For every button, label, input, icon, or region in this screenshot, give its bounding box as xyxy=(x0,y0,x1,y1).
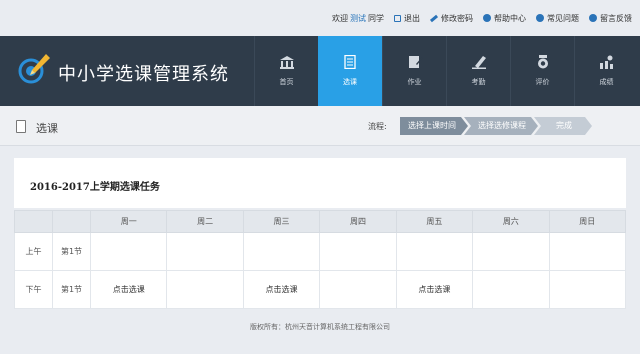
schedule-cell xyxy=(166,270,244,309)
pen-icon xyxy=(471,56,486,69)
header-thursday: 周四 xyxy=(319,210,397,233)
app-title: 中小学选课管理系统 xyxy=(58,64,229,85)
schedule-cell xyxy=(548,232,627,271)
schedule-cell xyxy=(89,232,168,271)
flow-steps: 选择上课时间 选择选修课程 完成 xyxy=(400,117,588,135)
select-course-link-friday[interactable]: 点击选课 xyxy=(395,270,474,309)
header-friday: 周五 xyxy=(395,210,474,233)
table-header-row: 周一 周二 周三 周四 周五 周六 周日 xyxy=(14,210,627,233)
home-icon xyxy=(279,56,294,69)
schedule-cell xyxy=(319,270,397,309)
page-title: 选课 xyxy=(36,122,58,135)
logout-link[interactable]: 退出 xyxy=(394,13,420,24)
header-blank xyxy=(14,210,53,233)
medal-icon xyxy=(537,55,548,69)
schedule-cell xyxy=(472,270,550,309)
header-saturday: 周六 xyxy=(472,210,550,233)
schedule-cell xyxy=(166,232,244,271)
slot-label: 第1节 xyxy=(52,270,91,309)
welcome-label: 欢迎 xyxy=(332,13,348,23)
question-icon xyxy=(536,14,544,22)
change-password-label: 修改密码 xyxy=(441,13,473,23)
faq-link[interactable]: 常见问题 xyxy=(536,13,579,24)
nav-grades[interactable]: 成绩 xyxy=(574,36,638,106)
schedule-cell xyxy=(472,232,550,271)
breadcrumb-bar: 选课 流程: 选择上课时间 选择选修课程 完成 xyxy=(0,106,640,146)
help-center-label: 帮助中心 xyxy=(494,13,526,23)
classmate-label: 同学 xyxy=(368,13,384,23)
nav-course-selection-label: 选课 xyxy=(343,78,357,86)
header-sunday: 周日 xyxy=(548,210,627,233)
pencil-icon xyxy=(429,14,439,22)
welcome-text: 欢迎 测试 同学 xyxy=(332,13,384,24)
logout-icon xyxy=(394,14,401,22)
step-complete[interactable]: 完成 xyxy=(534,117,592,135)
period-morning: 上午 xyxy=(14,232,53,271)
nav-attendance-label: 考勤 xyxy=(471,78,486,86)
period-afternoon: 下午 xyxy=(14,270,53,309)
header-wednesday: 周三 xyxy=(242,210,321,233)
step-select-course[interactable]: 选择选修课程 xyxy=(464,117,538,135)
chart-icon xyxy=(599,55,613,69)
nav-grades-label: 成绩 xyxy=(599,78,614,86)
edit-icon xyxy=(408,56,423,68)
header: 中小学选课管理系统 首页 选课 作业 考勤 评价 成绩 xyxy=(0,36,640,106)
page-icon xyxy=(16,120,26,133)
help-center-link[interactable]: 帮助中心 xyxy=(483,13,526,24)
change-password-link[interactable]: 修改密码 xyxy=(429,13,473,24)
schedule-cell xyxy=(395,232,474,271)
logo-icon xyxy=(18,54,50,84)
schedule-cell xyxy=(242,232,321,271)
feedback-link[interactable]: 留言反馈 xyxy=(589,13,632,24)
schedule-table: 周一 周二 周三 周四 周五 周六 周日 上午 第1节 下午 第1节 点击选课 … xyxy=(14,210,627,309)
select-course-link-monday[interactable]: 点击选课 xyxy=(89,270,168,309)
flow-label: 流程: xyxy=(368,122,387,131)
nav-homework-label: 作业 xyxy=(407,78,422,86)
logout-label: 退出 xyxy=(404,13,420,23)
schedule-cell xyxy=(548,270,627,309)
nav-attendance[interactable]: 考勤 xyxy=(446,36,510,106)
header-blank xyxy=(52,210,91,233)
document-icon xyxy=(344,55,356,69)
task-title: 2016-2017上学期选课任务 xyxy=(30,182,160,193)
nav-home[interactable]: 首页 xyxy=(254,36,318,106)
step-select-time[interactable]: 选择上课时间 xyxy=(400,117,468,135)
nav-evaluation[interactable]: 评价 xyxy=(510,36,574,106)
nav-course-selection[interactable]: 选课 xyxy=(318,36,382,106)
top-bar: 欢迎 测试 同学 退出 修改密码 帮助中心 常见问题 留言反馈 xyxy=(0,0,640,36)
feedback-label: 留言反馈 xyxy=(600,13,632,23)
nav-home-label: 首页 xyxy=(279,78,294,86)
username[interactable]: 测试 xyxy=(350,13,366,24)
task-card: 2016-2017上学期选课任务 xyxy=(14,158,626,208)
table-row: 下午 第1节 点击选课 点击选课 点击选课 xyxy=(14,270,627,309)
slot-label: 第1节 xyxy=(52,232,91,271)
header-monday: 周一 xyxy=(89,210,168,233)
nav-homework[interactable]: 作业 xyxy=(382,36,446,106)
nav-evaluation-label: 评价 xyxy=(535,78,550,86)
footer-copyright: 版权所有：杭州天音计算机系统工程有限公司 xyxy=(250,323,390,331)
main-nav: 首页 选课 作业 考勤 评价 成绩 xyxy=(254,36,638,106)
select-course-link-wednesday[interactable]: 点击选课 xyxy=(242,270,321,309)
schedule-cell xyxy=(319,232,397,271)
help-icon xyxy=(483,14,491,22)
message-icon xyxy=(589,14,597,22)
table-row: 上午 第1节 xyxy=(14,232,627,271)
header-tuesday: 周二 xyxy=(166,210,244,233)
faq-label: 常见问题 xyxy=(547,13,579,23)
